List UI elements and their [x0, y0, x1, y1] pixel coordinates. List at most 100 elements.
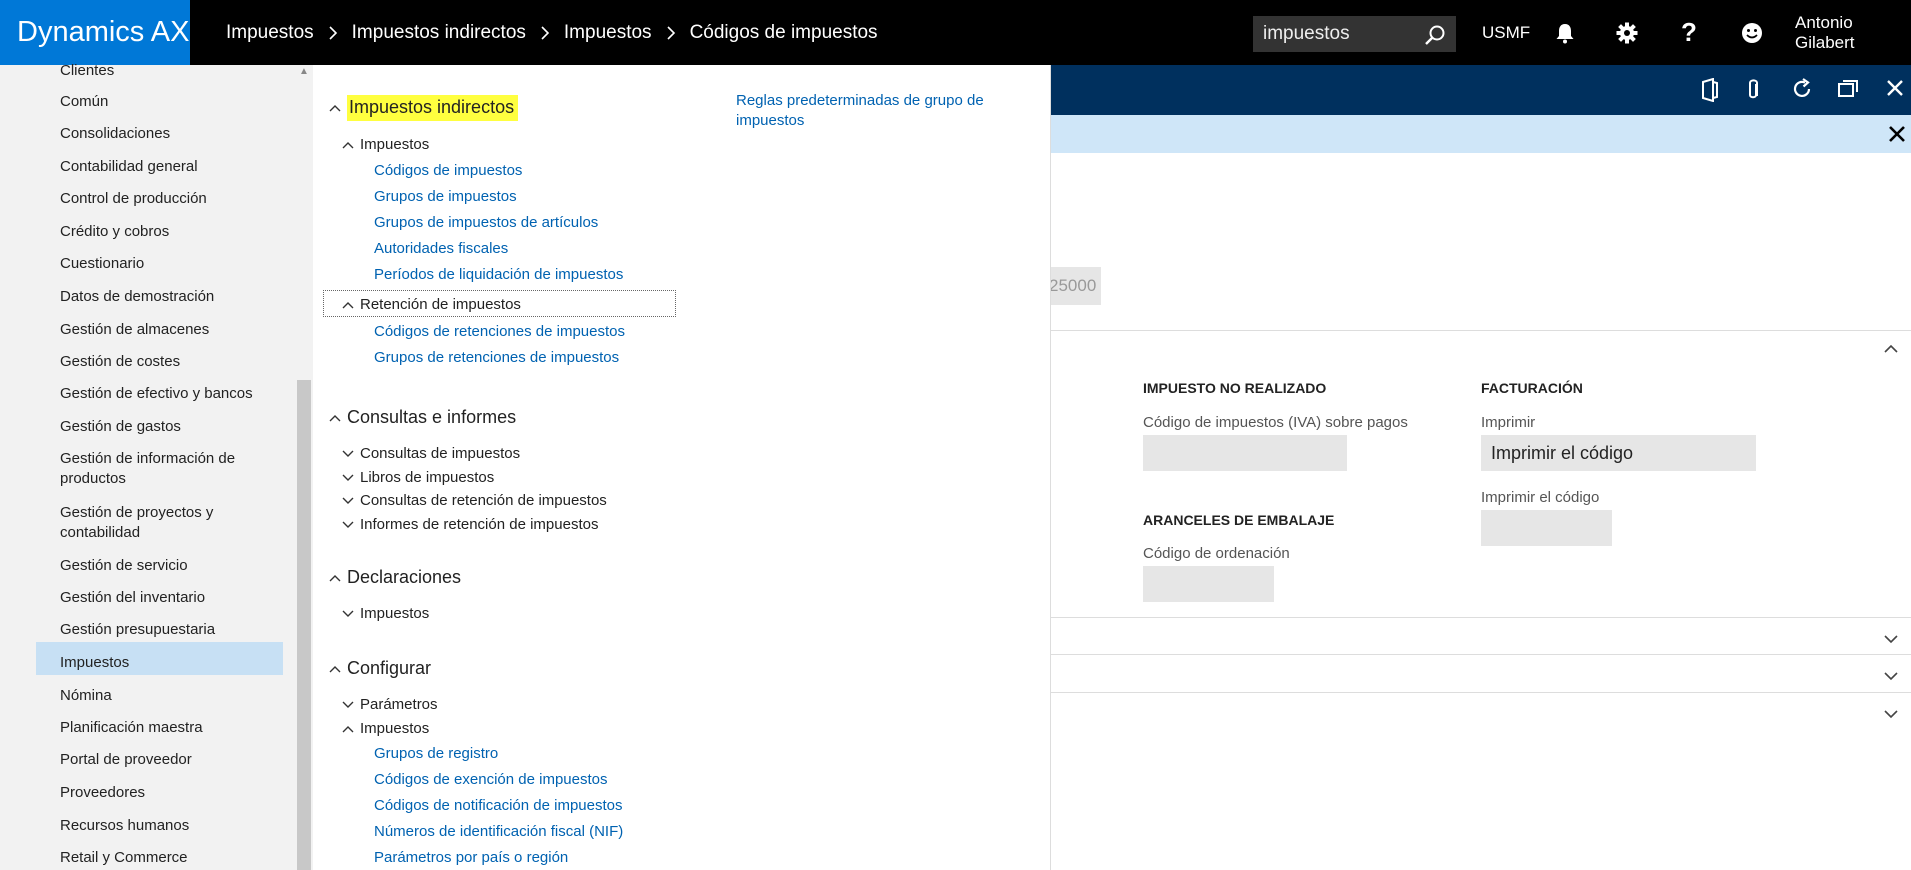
nav-item[interactable]: Recursos humanos: [60, 816, 280, 836]
help-icon[interactable]: ?: [1681, 0, 1697, 65]
group-configurar-impuestos[interactable]: Impuestos: [342, 720, 429, 737]
group-label: Retención de impuestos: [360, 296, 521, 313]
close-icon[interactable]: [1885, 78, 1905, 103]
search-input[interactable]: impuestos: [1253, 16, 1456, 52]
section-title: FACTURACIÓN: [1481, 380, 1583, 396]
chevron-down-icon: [342, 474, 354, 482]
link-grupos-retenciones[interactable]: Grupos de retenciones de impuestos: [374, 349, 619, 366]
breadcrumb: Impuestos Impuestos indirectos Impuestos…: [226, 0, 878, 65]
link-reglas-predeterminadas[interactable]: Reglas predeterminadas de grupo de impue…: [736, 91, 1006, 131]
scrollbar-thumb[interactable]: [297, 380, 311, 870]
nav-item[interactable]: Cuestionario: [60, 254, 280, 274]
nav-item[interactable]: Control de producción: [60, 189, 280, 209]
group-label: Impuestos: [360, 136, 430, 153]
link-parametros-pais[interactable]: Parámetros por país o región: [374, 849, 568, 866]
group-consultas-retencion[interactable]: Consultas de retención de impuestos: [342, 492, 607, 509]
field-label: Imprimir: [1481, 414, 1536, 431]
section-configurar[interactable]: Configurar: [329, 658, 431, 679]
ordenacion-field[interactable]: [1143, 566, 1274, 602]
refresh-icon[interactable]: [1791, 78, 1813, 105]
link-codigos-exencion[interactable]: Códigos de exención de impuestos: [374, 771, 607, 788]
bell-icon[interactable]: [1555, 0, 1575, 65]
iva-pagos-field[interactable]: [1143, 435, 1347, 471]
link-grupos-impuestos-articulos[interactable]: Grupos de impuestos de artículos: [374, 214, 598, 231]
chevron-up-icon: [329, 666, 341, 673]
group-libros-impuestos[interactable]: Libros de impuestos: [342, 469, 494, 486]
group-impuestos[interactable]: Impuestos: [342, 136, 429, 153]
chevron-up-icon: [329, 415, 341, 422]
chevron-up-icon: [342, 302, 354, 309]
section-label: Configurar: [347, 658, 432, 678]
company-selector[interactable]: USMF: [1482, 0, 1530, 65]
link-codigos-retenciones[interactable]: Códigos de retenciones de impuestos: [374, 323, 625, 340]
section-indirect-taxes[interactable]: Impuestos indirectos: [329, 95, 519, 121]
chevron-down-icon: [342, 610, 354, 618]
app-title[interactable]: Dynamics AX: [0, 0, 190, 65]
open-new-window-icon[interactable]: [1837, 78, 1859, 105]
breadcrumb-item[interactable]: Impuestos: [564, 22, 652, 44]
breadcrumb-item[interactable]: Impuestos indirectos: [352, 22, 526, 44]
nav-item[interactable]: Gestión de efectivo y bancos: [60, 384, 280, 404]
link-grupos-registro[interactable]: Grupos de registro: [374, 745, 498, 762]
link-periodos-liquidacion[interactable]: Períodos de liquidación de impuestos: [374, 266, 623, 283]
group-consultas-impuestos[interactable]: Consultas de impuestos: [342, 445, 520, 462]
group-parametros[interactable]: Parámetros: [342, 696, 438, 713]
nav-item[interactable]: Consolidaciones: [60, 124, 280, 144]
feedback-smiley-icon[interactable]: [1741, 0, 1763, 65]
chevron-down-icon[interactable]: [1884, 706, 1898, 724]
chevron-down-icon: [342, 497, 354, 505]
link-grupos-impuestos[interactable]: Grupos de impuestos: [374, 188, 517, 205]
imprimir-select[interactable]: Imprimir el código: [1481, 435, 1756, 471]
link-codigos-notificacion[interactable]: Códigos de notificación de impuestos: [374, 797, 622, 814]
section-consultas-informes[interactable]: Consultas e informes: [329, 407, 516, 428]
divider: [1051, 617, 1911, 618]
user-name[interactable]: Antonio Gilabert: [1795, 0, 1911, 65]
chevron-right-icon: [328, 25, 338, 40]
chevron-down-icon[interactable]: [1884, 631, 1898, 649]
nav-item[interactable]: Contabilidad general: [60, 157, 280, 177]
nav-item[interactable]: Gestión de costes: [60, 352, 280, 372]
nav-item[interactable]: Gestión de servicio: [60, 556, 280, 576]
nav-item[interactable]: Planificación maestra: [60, 718, 280, 738]
imprimir-codigo-field[interactable]: [1481, 510, 1612, 546]
section-declaraciones[interactable]: Declaraciones: [329, 567, 461, 588]
breadcrumb-item[interactable]: Códigos de impuestos: [690, 22, 878, 44]
breadcrumb-item[interactable]: Impuestos: [226, 22, 314, 44]
nav-item[interactable]: Gestión de gastos: [60, 417, 280, 437]
group-label: Libros de impuestos: [360, 469, 495, 486]
paperclip-icon[interactable]: [1745, 78, 1761, 107]
partial-field[interactable]: 25000: [1051, 267, 1101, 305]
group-label: Impuestos: [360, 605, 430, 622]
action-pane: [1051, 65, 1911, 115]
close-message-icon[interactable]: [1888, 125, 1906, 148]
group-informes-retencion[interactable]: Informes de retención de impuestos: [342, 516, 598, 533]
nav-item[interactable]: Impuestos: [60, 653, 280, 673]
nav-item[interactable]: Gestión de almacenes: [60, 320, 280, 340]
link-codigos-impuestos[interactable]: Códigos de impuestos: [374, 162, 522, 179]
nav-item[interactable]: Gestión de información de productos: [60, 449, 280, 489]
link-numeros-nif[interactable]: Números de identificación fiscal (NIF): [374, 823, 623, 840]
nav-item[interactable]: Gestión del inventario: [60, 588, 280, 608]
nav-item[interactable]: Gestión de proyectos y contabilidad: [60, 503, 280, 543]
chevron-up-icon[interactable]: [1884, 341, 1898, 359]
group-declaraciones-impuestos[interactable]: Impuestos: [342, 605, 429, 622]
nav-item[interactable]: Datos de demostración: [60, 287, 280, 307]
chevron-down-icon[interactable]: [1884, 668, 1898, 686]
nav-item[interactable]: Común: [60, 92, 280, 112]
group-retencion[interactable]: Retención de impuestos: [342, 296, 521, 313]
nav-item[interactable]: Gestión presupuestaria: [60, 620, 280, 640]
nav-item[interactable]: Clientes: [60, 61, 280, 81]
link-autoridades-fiscales[interactable]: Autoridades fiscales: [374, 240, 508, 257]
scroll-up-arrow-icon[interactable]: ▲: [297, 66, 311, 78]
gear-icon[interactable]: [1616, 0, 1638, 65]
office-icon[interactable]: [1699, 77, 1719, 107]
nav-item[interactable]: Retail y Commerce: [60, 848, 280, 868]
nav-item[interactable]: Portal de proveedor: [60, 750, 280, 770]
divider: [1051, 330, 1911, 331]
nav-item[interactable]: Nómina: [60, 686, 280, 706]
nav-item[interactable]: Crédito y cobros: [60, 222, 280, 242]
chevron-up-icon: [329, 105, 341, 112]
search-icon[interactable]: [1424, 23, 1446, 59]
nav-item[interactable]: Proveedores: [60, 783, 280, 803]
chevron-right-icon: [540, 25, 550, 40]
